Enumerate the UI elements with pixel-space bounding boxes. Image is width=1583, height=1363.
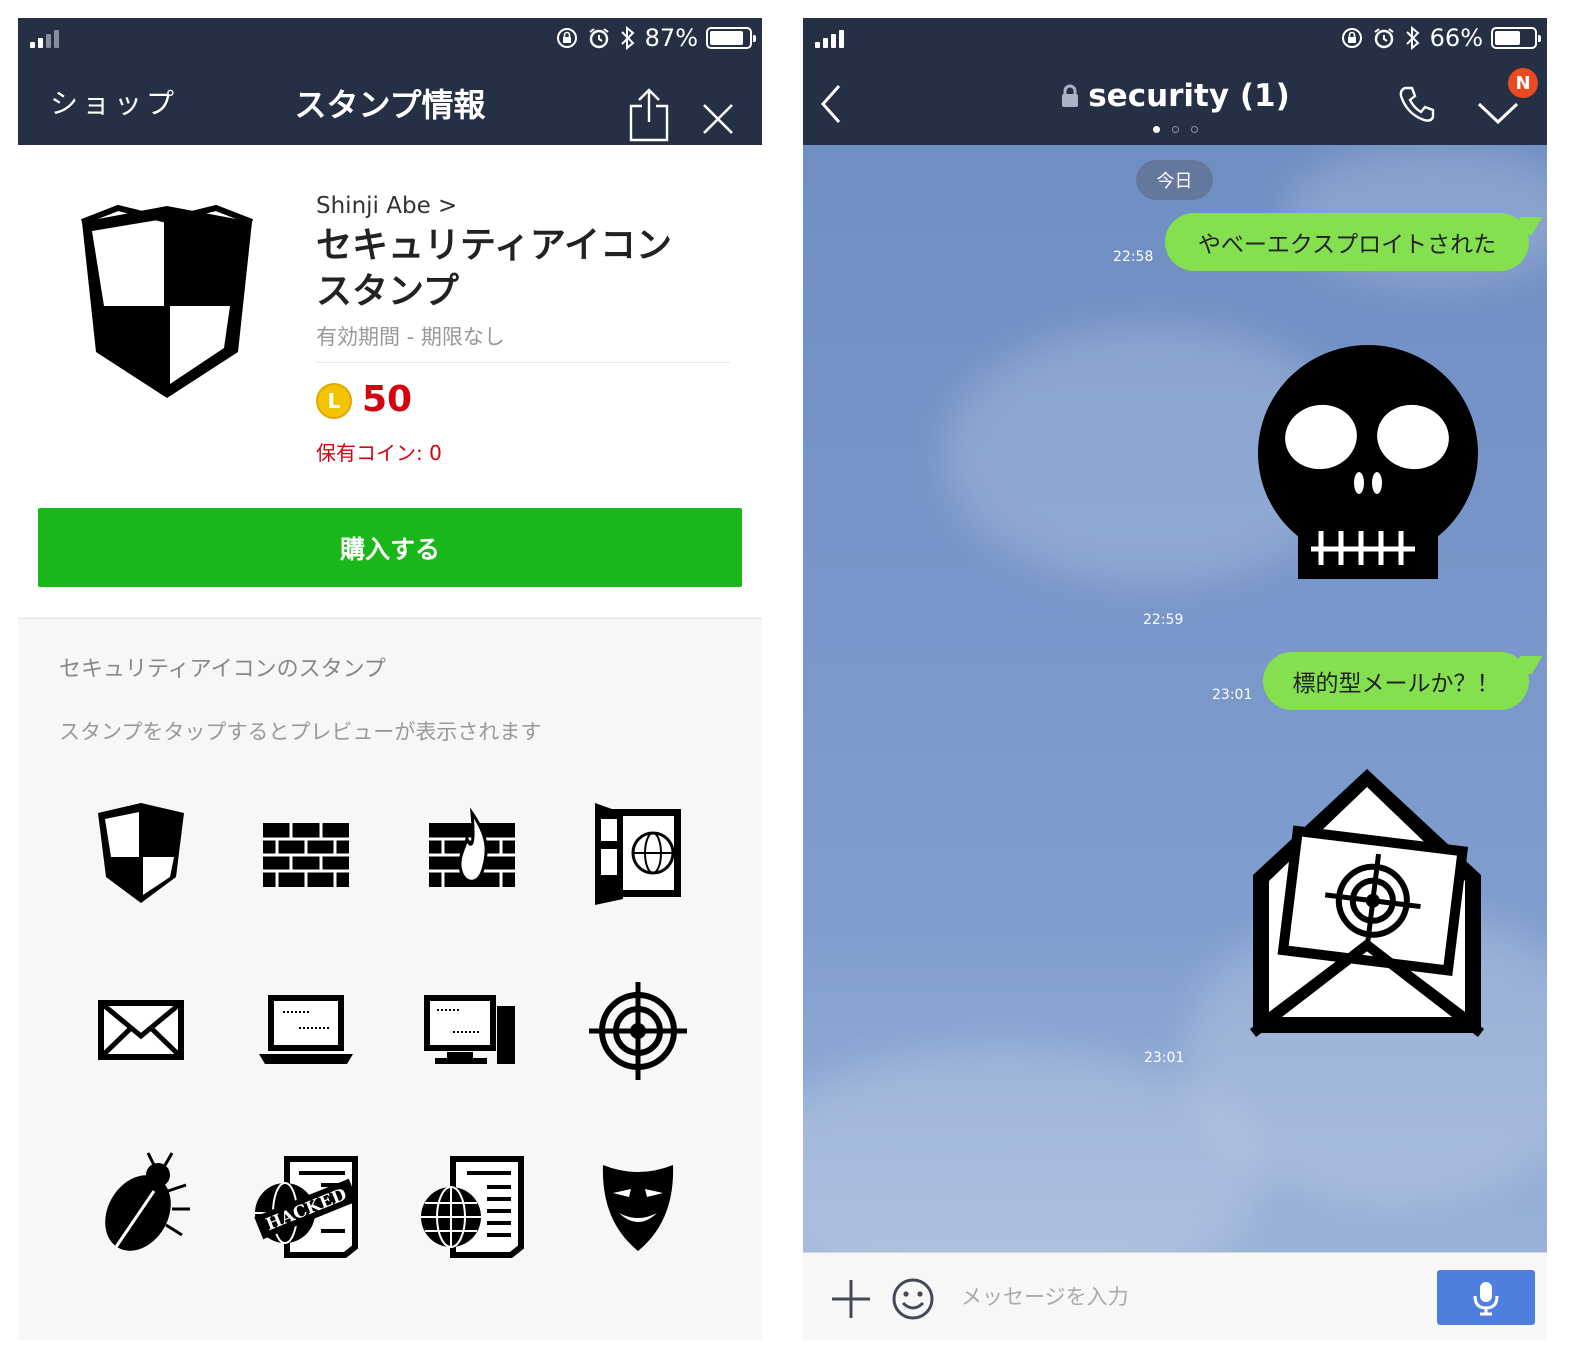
bluetooth-icon	[1405, 25, 1420, 51]
chat-screen: 66% security (1) N 今日 22:58 やべーエクスプロイトされ…	[803, 18, 1547, 1340]
plus-icon[interactable]	[830, 1278, 872, 1320]
globe-newspaper-icon[interactable]	[417, 1151, 527, 1261]
buy-button[interactable]: 購入する	[38, 508, 742, 587]
alarm-icon	[1374, 28, 1394, 49]
section-hint: スタンプをタップするとプレビューが表示されます	[59, 720, 542, 744]
message-bubble[interactable]: 標的型メールか？！	[1263, 652, 1529, 710]
status-bar: 66%	[803, 18, 1547, 62]
page-indicator	[803, 126, 1547, 133]
battery-percent: 66%	[1429, 24, 1483, 52]
message-time: 22:59	[1143, 612, 1184, 628]
battery-icon	[706, 27, 756, 49]
message-input-bar: メッセージを入力	[803, 1252, 1547, 1340]
owned-coins: 保有コイン: 0	[316, 441, 442, 465]
voice-button[interactable]	[1437, 1270, 1535, 1325]
sticker-shop-screen: 87% ショップ スタンプ情報 Shinji Abe > セキュリティアイコン …	[18, 18, 762, 1340]
validity-period: 有効期間 - 期限なし	[316, 325, 505, 349]
message-time: 23:01	[1212, 687, 1253, 703]
desktop-computer-icon[interactable]	[417, 976, 527, 1086]
chat-header: security (1) N	[803, 62, 1547, 145]
firewall-fire-icon[interactable]	[417, 799, 527, 909]
chevron-down-icon[interactable]	[1477, 100, 1519, 126]
rotation-lock-icon	[556, 28, 577, 48]
message-time: 22:58	[1113, 249, 1154, 265]
firewall-icon[interactable]	[251, 799, 361, 909]
shield-icon	[80, 204, 254, 398]
signal-icon	[30, 30, 59, 48]
mask-icon[interactable]	[583, 1151, 693, 1261]
date-separator: 今日	[1136, 160, 1213, 200]
lock-icon	[1062, 84, 1079, 107]
message-input[interactable]: メッセージを入力	[961, 1281, 1129, 1311]
battery-icon	[1491, 27, 1541, 49]
rotation-lock-icon	[1341, 28, 1362, 48]
alarm-icon	[589, 28, 609, 49]
price: 50	[362, 379, 413, 420]
sticker-pack-title: セキュリティアイコン スタンプ	[316, 225, 673, 312]
envelope-icon[interactable]	[86, 976, 196, 1086]
message-time: 23:01	[1144, 1050, 1185, 1066]
shield-icon[interactable]	[86, 799, 196, 909]
microphone-icon	[1473, 1281, 1499, 1315]
sticker-info: Shinji Abe > セキュリティアイコン スタンプ 有効期間 - 期限なし…	[18, 145, 762, 617]
target-icon[interactable]	[583, 976, 693, 1086]
status-bar: 87%	[18, 18, 762, 62]
emoji-icon[interactable]	[891, 1277, 935, 1321]
sticker-grid-section: セキュリティアイコンのスタンプ スタンプをタップするとプレビューが表示されます …	[18, 618, 762, 1340]
open-door-globe-icon[interactable]	[583, 799, 693, 909]
bug-icon[interactable]	[86, 1151, 196, 1261]
section-title: セキュリティアイコンのスタンプ	[59, 657, 386, 682]
share-icon[interactable]	[628, 88, 670, 142]
phone-icon[interactable]	[1397, 84, 1437, 124]
divider	[316, 362, 730, 363]
chat-area: 今日 22:58 やべーエクスプロイトされた 22:59 23:01 標的型メー…	[803, 145, 1547, 1252]
message-bubble[interactable]: やべーエクスプロイトされた	[1165, 213, 1529, 271]
signal-icon	[815, 30, 844, 48]
bluetooth-icon	[620, 25, 635, 51]
close-icon[interactable]	[702, 103, 734, 135]
skull-icon[interactable]	[1253, 343, 1483, 583]
laptop-icon[interactable]	[251, 976, 361, 1086]
author-link[interactable]: Shinji Abe >	[316, 193, 457, 219]
nav-bar: ショップ スタンプ情報	[18, 62, 762, 145]
targeted-mail-icon[interactable]	[1249, 765, 1485, 1037]
notification-badge: N	[1508, 68, 1538, 98]
coin-icon: L	[316, 383, 352, 419]
hacked-newspaper-icon[interactable]: HACKED	[251, 1151, 361, 1261]
battery-percent: 87%	[644, 24, 698, 52]
